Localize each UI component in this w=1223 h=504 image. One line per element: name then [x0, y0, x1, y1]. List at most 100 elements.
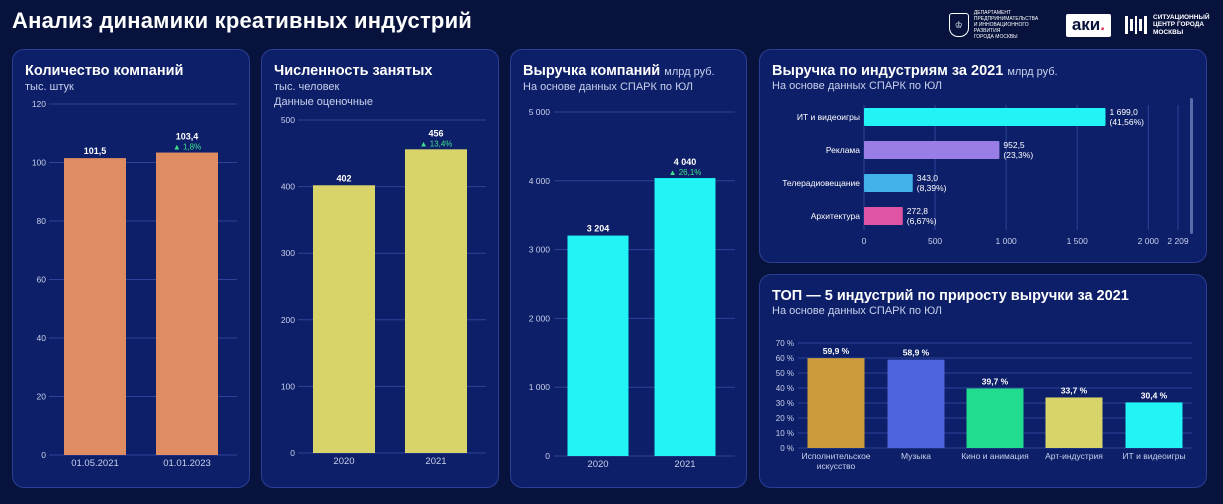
industries-xtick-label: 1 500	[1067, 236, 1089, 246]
industries-share-label: (6,67%)	[907, 216, 937, 226]
employed-bar	[405, 149, 467, 453]
employed-ytick-label: 100	[281, 381, 295, 391]
top5-category-label-line2: искусство	[817, 461, 856, 471]
companies-panel: Количество компаний тыс. штук 0 20 40 60 80 1…	[12, 49, 250, 488]
employed-ytick-label: 0	[290, 448, 295, 458]
industries-xtick-label: 0	[862, 236, 867, 246]
top5-value-label: 39,7 %	[982, 376, 1009, 386]
top5-ytick-label: 0 %	[780, 444, 794, 453]
situation-center-logo-text: СИТУАЦИОННЫЙ ЦЕНТР ГОРОДА МОСКВЫ	[1153, 13, 1210, 36]
revenue-ytick-label: 1 000	[529, 382, 551, 392]
revenue-value-label: 3 204	[587, 224, 610, 234]
industries-xtick-label: 2 000	[1138, 236, 1160, 246]
companies-ytick-label: 120	[32, 99, 46, 109]
industries-category-label: ИТ и видеоигры	[797, 112, 860, 122]
top5-ytick-label: 70 %	[776, 339, 794, 348]
companies-ytick-label: 40	[37, 333, 47, 343]
employed-growth-label: ▲ 13,4%	[420, 139, 453, 148]
industries-bar	[864, 141, 1000, 159]
top5-value-label: 58,9 %	[903, 348, 930, 358]
top5-bar	[887, 359, 945, 448]
industries-value-label: 952,5	[1003, 140, 1025, 150]
companies-bar	[64, 158, 126, 456]
industries-bar	[864, 207, 903, 225]
top5-ytick-label: 50 %	[776, 369, 794, 378]
revenue-ytick-label: 2 000	[529, 313, 551, 323]
revenue-panel: Выручка компаний млрд руб. На основе дан…	[510, 49, 747, 488]
industries-value-label: 272,8	[907, 206, 929, 216]
industries-value-label: 343,0	[917, 173, 939, 183]
industries-chart: 0 500 1 000 1 500 2 000 2 209 ИТ и видеоигры 1 …	[782, 105, 1189, 246]
industries-category-label: Архитектура	[811, 211, 861, 221]
employed-ytick-label: 300	[281, 248, 295, 258]
industries-value-label: 1 699,0	[1110, 107, 1139, 117]
companies-chart: 0 20 40 60 80 100 120 01.05.2021 101,5 01.01.2023…	[32, 99, 237, 469]
companies-bar	[156, 152, 218, 455]
department-logo-text: ДЕПАРТАМЕНТ ПРЕДПРИНИМАТЕЛЬСТВА И ИННОВА…	[973, 10, 1039, 40]
revenue-ytick-label: 0	[545, 451, 550, 461]
situation-center-mark-icon	[1125, 14, 1147, 36]
employed-chart: 0 100 200 300 400 500 2020 402 2021 456▲ 13,4%	[281, 115, 486, 467]
industries-scrollbar[interactable]	[1190, 98, 1193, 234]
employed-value-label: 402	[336, 173, 351, 183]
top5-value-label: 30,4 %	[1141, 390, 1168, 400]
top5-ytick-label: 20 %	[776, 414, 794, 423]
revenue-bar	[567, 235, 629, 456]
top5-category-label: Исполнительское	[801, 451, 870, 461]
revenue-value-label: 4 040	[674, 157, 697, 167]
employed-ytick-label: 500	[281, 115, 295, 125]
industries-share-label: (8,39%)	[917, 183, 947, 193]
aki-logo: аки.	[1065, 13, 1111, 37]
top5-category-label: Арт-индустрия	[1045, 451, 1103, 461]
industries-category-label: Реклама	[826, 145, 860, 155]
industries-xtick-label: 2 209	[1167, 236, 1189, 246]
situation-center-logo: СИТУАЦИОННЫЙ ЦЕНТР ГОРОДА МОСКВЫ	[1125, 14, 1211, 37]
companies-ytick-label: 0	[41, 450, 46, 460]
companies-growth-label: ▲ 1,8%	[173, 143, 201, 152]
employed-panel: Численность занятых тыс. человек Данные …	[261, 49, 499, 488]
revenue-xtick-label: 2020	[587, 459, 608, 470]
revenue-growth-label: ▲ 26,1%	[669, 168, 702, 177]
top5-bar	[807, 358, 865, 448]
top5-ytick-label: 30 %	[776, 399, 794, 408]
top5-ytick-label: 40 %	[776, 384, 794, 393]
top5-chart: 0 % 10 % 20 % 30 % 40 % 50 % 60 % 70 % 59,9 % Исп…	[776, 339, 1192, 471]
top5-bar	[1125, 402, 1183, 448]
revenue-xtick-label: 2021	[674, 459, 695, 470]
top5-bar	[966, 388, 1024, 448]
industries-xtick-label: 500	[928, 236, 942, 246]
revenue-ytick-label: 5 000	[529, 107, 551, 117]
employed-xtick-label: 2021	[425, 456, 446, 467]
department-logo: ♔ ДЕПАРТАМЕНТ ПРЕДПРИНИМАТЕЛЬСТВА И ИННО…	[948, 10, 1052, 40]
employed-bar	[313, 185, 375, 453]
employed-ytick-label: 200	[281, 315, 295, 325]
top5-category-label: ИТ и видеоигры	[1122, 451, 1185, 461]
revenue-bar	[654, 178, 716, 456]
companies-ytick-label: 80	[37, 216, 47, 226]
top5-value-label: 59,9 %	[823, 346, 850, 356]
companies-ytick-label: 100	[32, 158, 46, 168]
companies-xtick-label: 01.05.2021	[71, 458, 119, 469]
top5-panel: ТОП — 5 индустрий по приросту выручки за…	[759, 274, 1207, 488]
moscow-emblem-icon: ♔	[948, 13, 969, 37]
industries-bar	[864, 174, 913, 192]
companies-value-label: 101,5	[84, 146, 107, 156]
aki-logo-text: аки	[1071, 14, 1101, 34]
logos: ♔ ДЕПАРТАМЕНТ ПРЕДПРИНИМАТЕЛЬСТВА И ИННО…	[948, 10, 1211, 40]
companies-ytick-label: 20	[37, 392, 47, 402]
top5-value-label: 33,7 %	[1061, 385, 1088, 395]
revenue-ytick-label: 3 000	[529, 245, 551, 255]
top5-bar	[1045, 397, 1103, 448]
revenue-chart: 0 1 000 2 000 3 000 4 000 5 000 2020 3 204 2021 4…	[529, 107, 735, 470]
industries-bar	[864, 108, 1106, 126]
companies-value-label: 103,4	[176, 132, 199, 142]
page-title: Анализ динамики креативных индустрий	[12, 8, 473, 33]
aki-logo-dot: .	[1100, 14, 1105, 34]
top5-category-label: Кино и анимация	[961, 451, 1029, 461]
companies-ytick-label: 60	[37, 275, 47, 285]
top5-ytick-label: 10 %	[776, 429, 794, 438]
industries-panel: Выручка по индустриям за 2021 млрд руб. …	[759, 49, 1207, 263]
top5-category-label: Музыка	[901, 451, 931, 461]
companies-xtick-label: 01.01.2023	[163, 458, 211, 469]
industries-xtick-label: 1 000	[996, 236, 1018, 246]
